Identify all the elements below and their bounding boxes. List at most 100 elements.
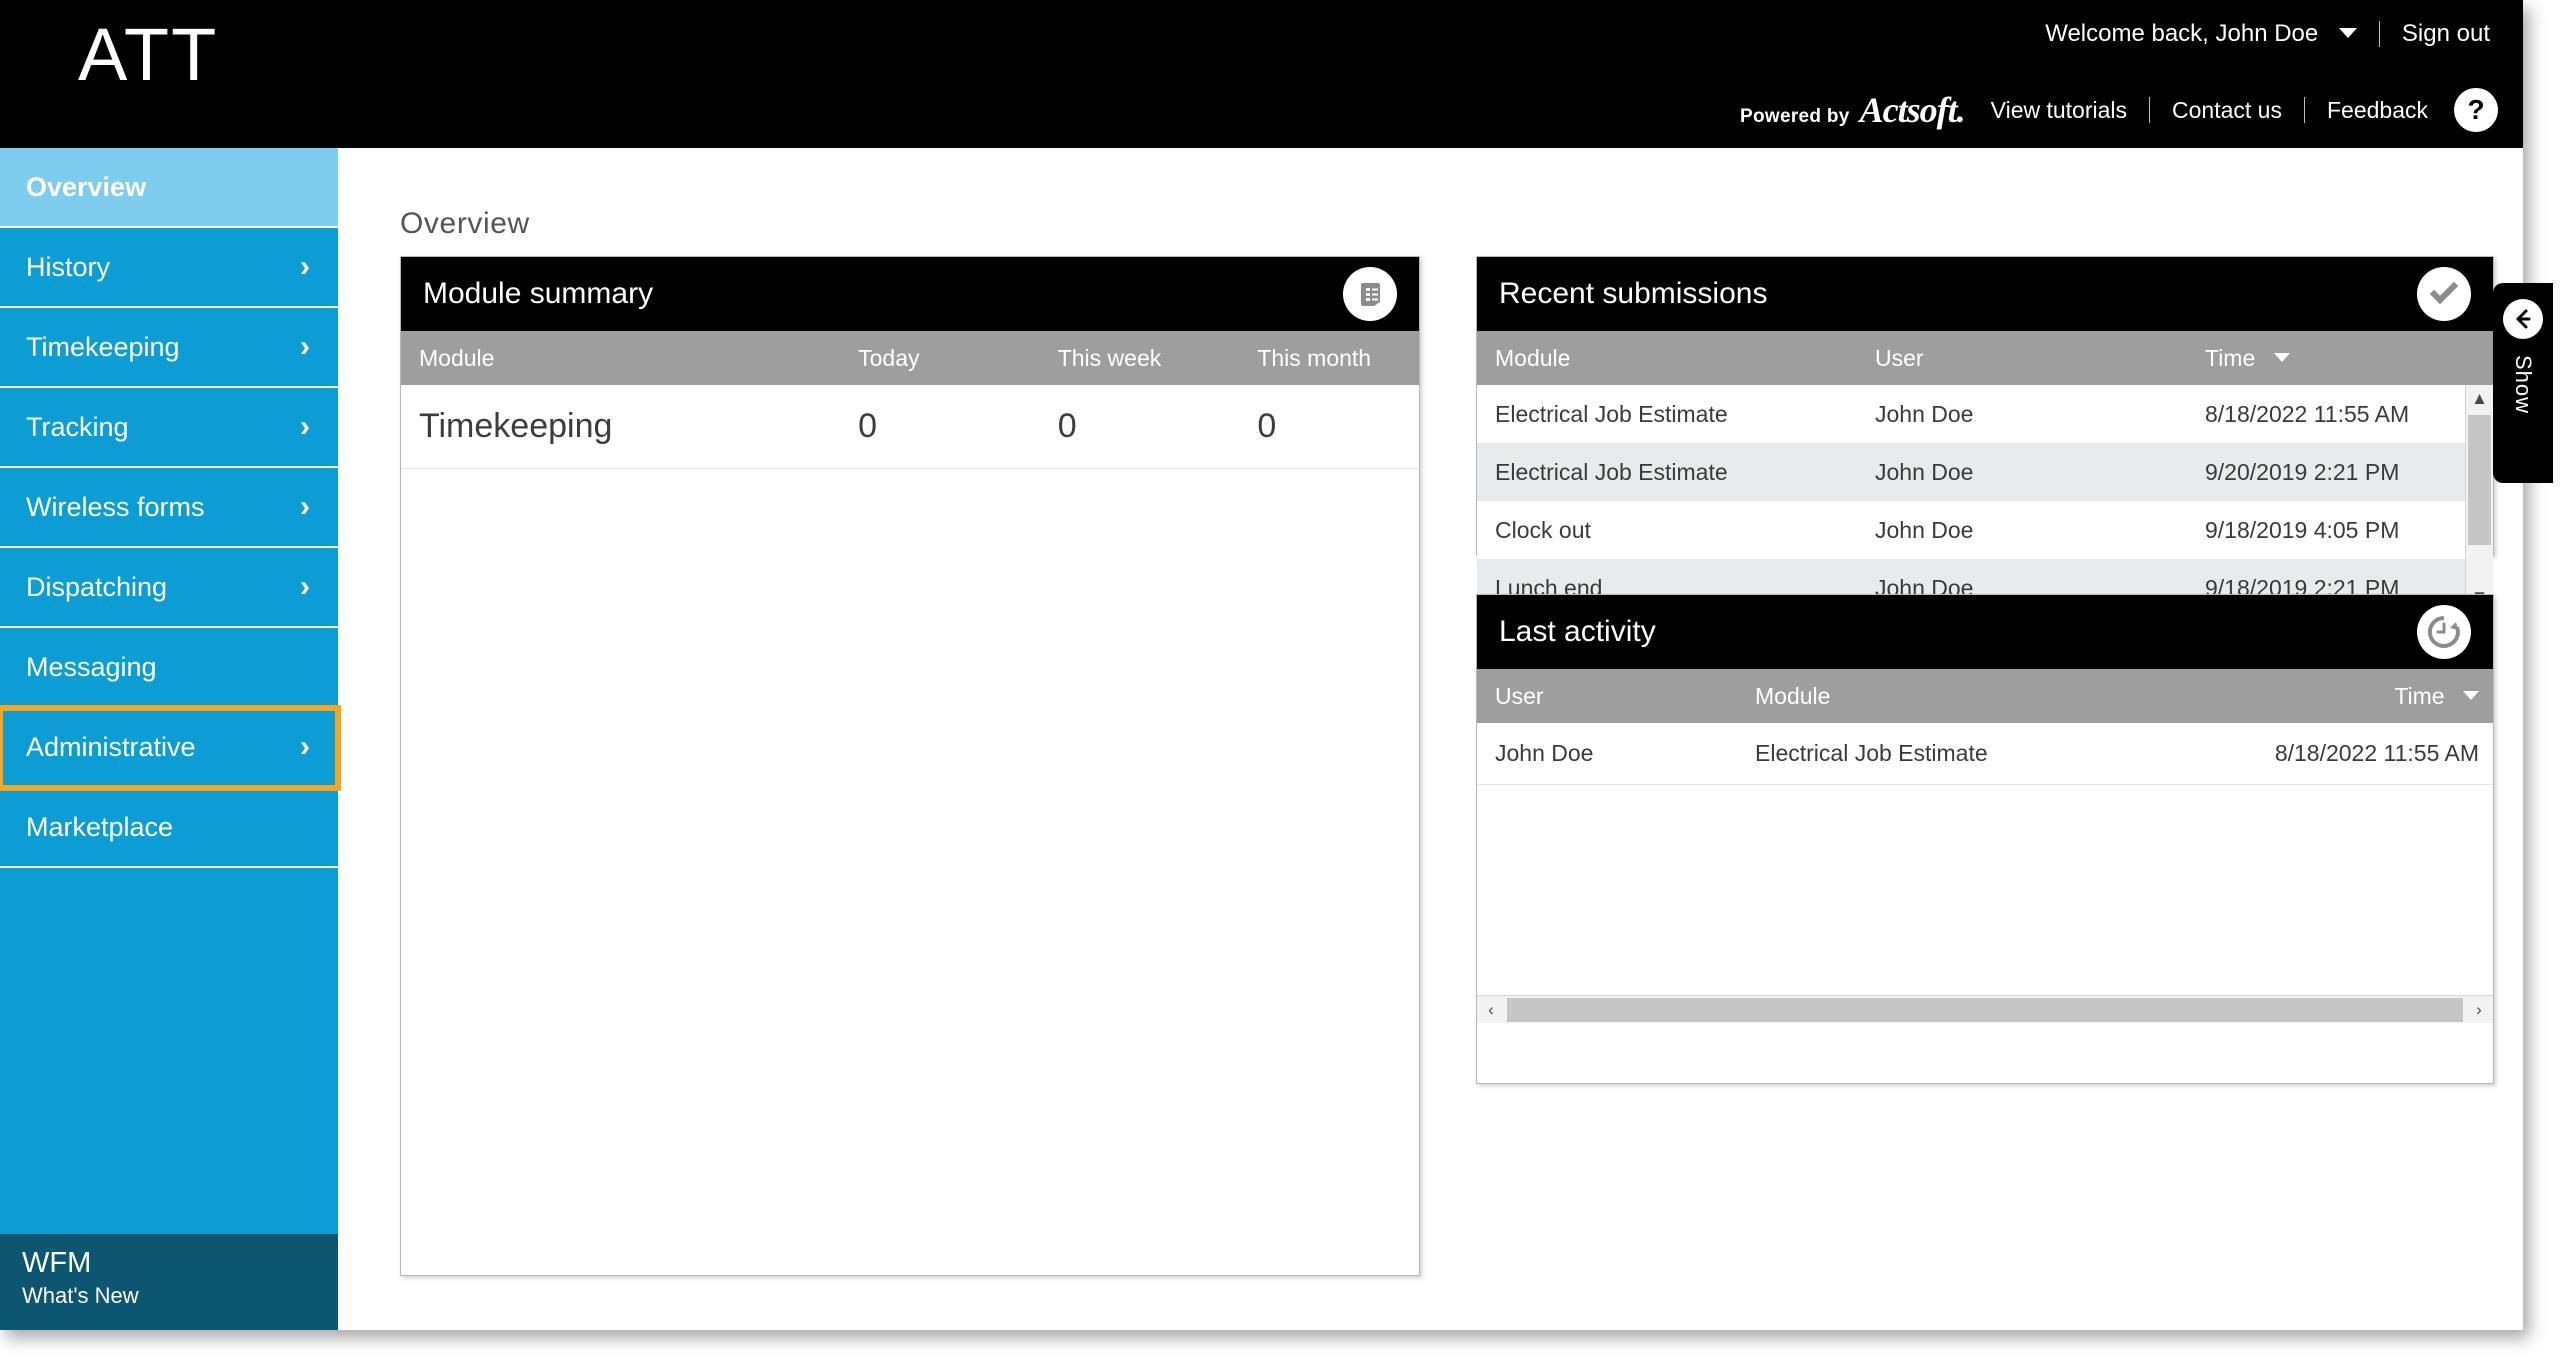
column-header-time-label: Time xyxy=(2394,682,2445,709)
module-summary-column-header: Module Today This week This month xyxy=(401,331,1419,385)
recent-submissions-body: Electrical Job Estimate John Doe 8/18/20… xyxy=(1477,385,2493,611)
column-header-module[interactable]: Module xyxy=(401,345,840,372)
cell-time: 8/18/2022 11:55 AM xyxy=(2274,740,2479,766)
view-tutorials-link[interactable]: View tutorials xyxy=(1991,97,2127,124)
show-panel-tab[interactable]: Show xyxy=(2493,283,2553,483)
sidebar-item-label: Wireless forms xyxy=(26,491,205,522)
column-header-time-label: Time xyxy=(2205,344,2256,371)
cell-today: 0 xyxy=(858,407,878,445)
last-activity-body: John Doe Electrical Job Estimate 8/18/20… xyxy=(1477,723,2493,1023)
panel-title: Last activity xyxy=(1499,615,1656,648)
divider xyxy=(2149,97,2151,123)
welcome-label: Welcome back, John Doe xyxy=(2045,20,2319,47)
main-content: Overview Module summary Module Today Thi… xyxy=(338,148,2523,1330)
module-summary-panel: Module summary Module Today This week Th… xyxy=(400,256,1420,1276)
clock-refresh-icon xyxy=(2417,605,2471,659)
sidebar-item-marketplace[interactable]: Marketplace xyxy=(0,788,338,868)
sidebar-item-label: Messaging xyxy=(26,651,157,682)
cell-user: John Doe xyxy=(1875,458,1974,485)
chevron-left-icon[interactable]: ‹ xyxy=(1477,996,1505,1024)
sidebar-item-label: Timekeeping xyxy=(26,331,180,362)
powered-by-actsoft: Powered by Actsoft. xyxy=(1740,89,1966,131)
sign-out-link[interactable]: Sign out xyxy=(2402,20,2490,48)
chevron-down-icon[interactable] xyxy=(2338,27,2357,38)
sidebar-item-history[interactable]: History › xyxy=(0,228,338,308)
actsoft-logo: Actsoft. xyxy=(1859,90,1966,130)
welcome-menu[interactable]: Welcome back, John Doe xyxy=(2045,20,2357,48)
last-activity-panel: Last activity User Module Time John Doe … xyxy=(1476,594,2494,1084)
sidebar-nav: Overview History › Timekeeping › Trackin… xyxy=(0,148,341,1330)
cell-module: Timekeeping xyxy=(419,407,613,445)
column-header-module[interactable]: Module xyxy=(1477,345,1857,372)
sidebar-item-timekeeping[interactable]: Timekeeping › xyxy=(0,308,338,388)
sidebar-item-messaging[interactable]: Messaging xyxy=(0,628,338,708)
column-header-time[interactable]: Time xyxy=(2217,683,2491,710)
top-header: ATT Welcome back, John Doe Sign out Powe… xyxy=(0,0,2523,148)
chevron-right-icon: › xyxy=(300,330,310,363)
chevron-up-icon[interactable]: ▲ xyxy=(2466,385,2493,413)
panel-header: Module summary xyxy=(401,257,1419,331)
document-list-icon xyxy=(1343,267,1397,321)
table-row[interactable]: Electrical Job Estimate John Doe 9/20/20… xyxy=(1477,443,2467,501)
feedback-link[interactable]: Feedback xyxy=(2327,97,2428,124)
cell-time: 9/20/2019 2:21 PM xyxy=(2205,458,2400,485)
recent-submissions-column-header: Module User Time xyxy=(1477,331,2493,385)
divider xyxy=(2378,21,2380,47)
sidebar-item-dispatching[interactable]: Dispatching › xyxy=(0,548,338,628)
scrollbar-thumb[interactable] xyxy=(1507,997,2463,1022)
cell-time: 8/18/2022 11:55 AM xyxy=(2205,400,2410,427)
chevron-right-icon: › xyxy=(300,250,310,283)
sidebar-item-tracking[interactable]: Tracking › xyxy=(0,388,338,468)
cell-module: Electrical Job Estimate xyxy=(1495,400,1728,427)
table-row[interactable]: Timekeeping 0 0 0 xyxy=(401,385,1419,469)
cell-user: John Doe xyxy=(1875,516,1974,543)
table-row[interactable]: Clock out John Doe 9/18/2019 4:05 PM xyxy=(1477,501,2467,559)
column-header-today[interactable]: Today xyxy=(840,345,1040,372)
vertical-scrollbar[interactable]: ▲ ▼ xyxy=(2465,385,2493,611)
column-header-time[interactable]: Time xyxy=(2187,345,2467,372)
table-row[interactable]: John Doe Electrical Job Estimate 8/18/20… xyxy=(1477,723,2493,785)
help-icon[interactable]: ? xyxy=(2454,88,2498,132)
chevron-down-icon xyxy=(2463,690,2479,700)
panel-title: Recent submissions xyxy=(1499,277,1768,310)
last-activity-column-header: User Module Time xyxy=(1477,669,2493,723)
show-panel-tab-label: Show xyxy=(2511,355,2536,415)
chevron-right-icon: › xyxy=(300,410,310,443)
sidebar-footer-title: WFM xyxy=(22,1247,92,1279)
column-header-this-month[interactable]: This month xyxy=(1239,345,1419,372)
chevron-right-icon: › xyxy=(300,570,310,603)
sidebar-footer-subtitle: What's New xyxy=(22,1283,139,1309)
chevron-right-icon[interactable]: › xyxy=(2465,996,2493,1024)
check-circle-icon xyxy=(2417,267,2471,321)
sidebar-item-label: Tracking xyxy=(26,411,129,442)
sidebar-footer[interactable]: WFM What's New xyxy=(0,1234,338,1330)
column-header-module[interactable]: Module xyxy=(1737,683,2217,710)
cell-this-month: 0 xyxy=(1257,407,1277,445)
sidebar-item-wireless-forms[interactable]: Wireless forms › xyxy=(0,468,338,548)
column-header-user[interactable]: User xyxy=(1477,683,1737,710)
panel-header: Last activity xyxy=(1477,595,2493,669)
arrow-left-circle-icon xyxy=(2503,299,2543,339)
cell-module: Clock out xyxy=(1495,516,1591,543)
column-header-this-week[interactable]: This week xyxy=(1040,345,1240,372)
horizontal-scrollbar[interactable]: ‹ › xyxy=(1477,995,2493,1023)
chevron-right-icon: › xyxy=(300,490,310,523)
column-header-user[interactable]: User xyxy=(1857,345,2187,372)
table-row[interactable]: Electrical Job Estimate John Doe 8/18/20… xyxy=(1477,385,2467,443)
chevron-down-icon xyxy=(2273,352,2290,362)
sidebar-item-label: Dispatching xyxy=(26,571,168,602)
app-logo: ATT xyxy=(78,13,219,96)
page-frame: ATT Welcome back, John Doe Sign out Powe… xyxy=(0,0,2523,1330)
sidebar-item-label: Overview xyxy=(26,171,147,202)
sidebar-item-overview[interactable]: Overview xyxy=(0,148,338,228)
cell-module: Electrical Job Estimate xyxy=(1755,740,1988,766)
contact-us-link[interactable]: Contact us xyxy=(2172,97,2282,124)
chevron-right-icon: › xyxy=(300,730,310,763)
application-window: ATT Welcome back, John Doe Sign out Powe… xyxy=(0,0,2560,1363)
sidebar-item-administrative[interactable]: Administrative › xyxy=(0,705,341,791)
recent-submissions-table: Electrical Job Estimate John Doe 8/18/20… xyxy=(1477,385,2467,611)
cell-time: 9/18/2019 4:05 PM xyxy=(2205,516,2400,543)
recent-submissions-panel: Recent submissions Module User Time Elec… xyxy=(1476,256,2494,611)
cell-module: Electrical Job Estimate xyxy=(1495,458,1728,485)
scrollbar-thumb[interactable] xyxy=(2468,415,2491,545)
